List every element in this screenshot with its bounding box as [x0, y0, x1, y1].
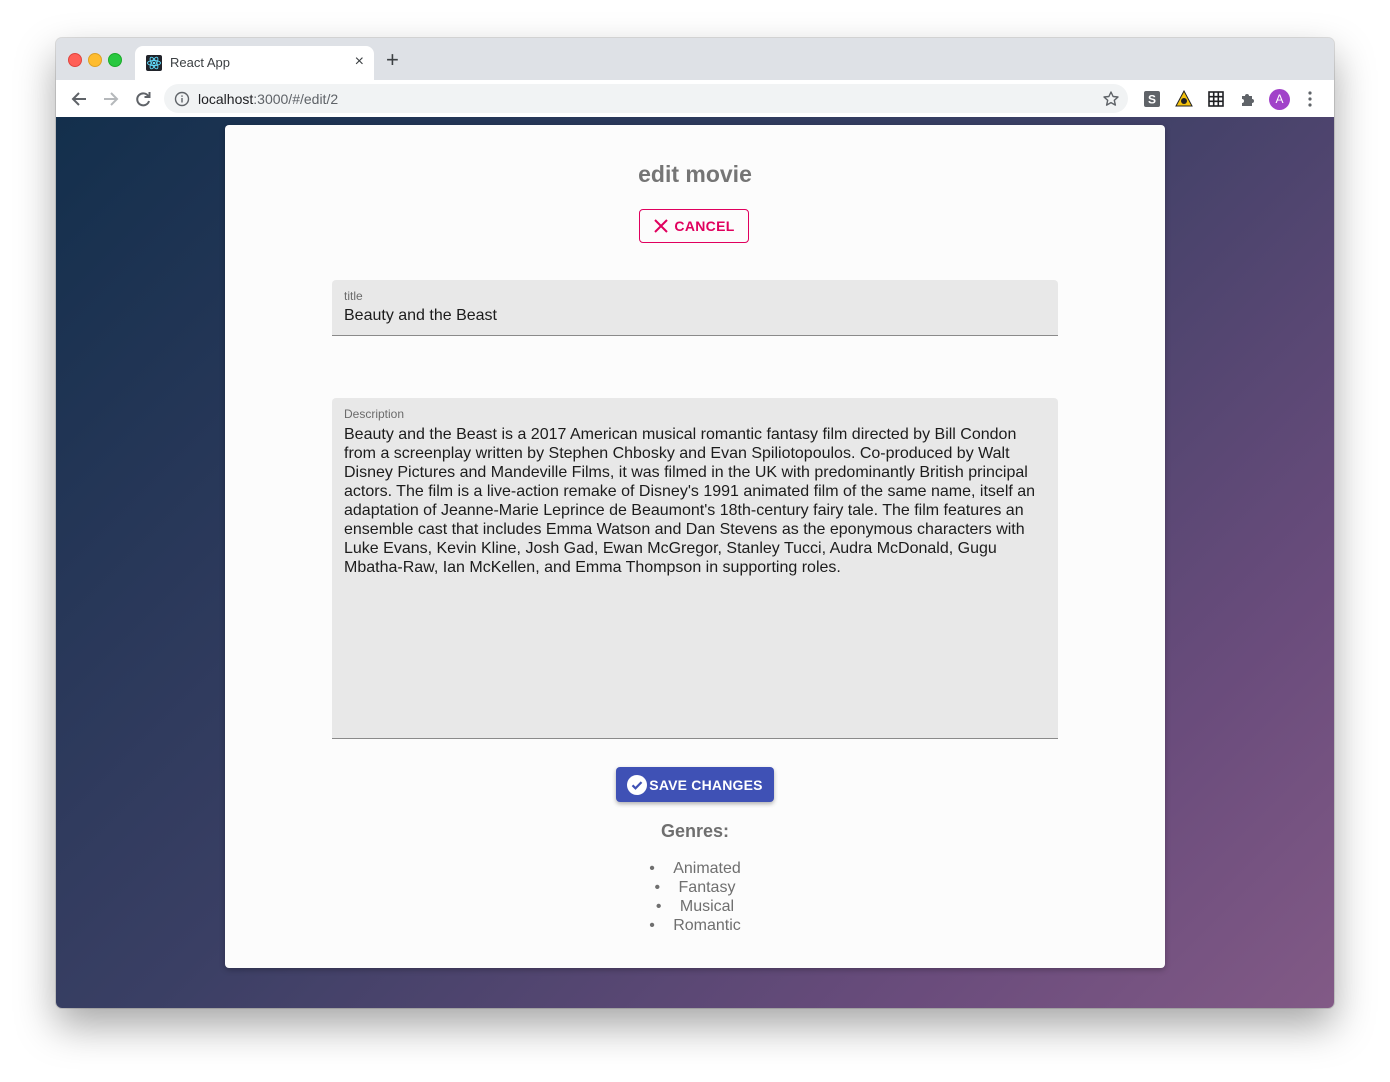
genre-label: Musical — [679, 898, 735, 915]
kebab-menu-icon[interactable] — [1308, 90, 1312, 108]
genre-item: • Romantic — [649, 917, 741, 934]
title-input[interactable]: Beauty and the Beast — [344, 307, 497, 325]
minimize-window-button[interactable] — [88, 53, 102, 67]
profile-avatar[interactable]: A — [1269, 89, 1290, 110]
zoom-window-button[interactable] — [108, 53, 122, 67]
genres-heading: Genres: — [660, 821, 730, 841]
react-favicon — [146, 55, 162, 71]
forward-arrow-icon[interactable] — [100, 88, 122, 110]
save-changes-label: SAVE CHANGES — [649, 776, 763, 793]
description-field[interactable]: Description Beauty and the Beast is a 20… — [332, 398, 1058, 739]
extension-warning-icon[interactable] — [1175, 89, 1193, 108]
edit-movie-card: edit movie CANCEL title Beauty and the B… — [225, 125, 1165, 968]
description-field-label: Description — [344, 407, 405, 421]
browser-tab[interactable]: React App × — [135, 46, 374, 80]
close-x-icon — [653, 218, 669, 234]
save-changes-button[interactable]: SAVE CHANGES — [616, 767, 774, 802]
page-title: edit movie — [638, 161, 752, 187]
genre-item: • Animated — [649, 860, 741, 877]
page-viewport: edit movie CANCEL title Beauty and the B… — [56, 117, 1334, 1008]
genres-list: • Animated • Fantasy • Musical • Romantic — [225, 859, 1165, 935]
back-arrow-icon[interactable] — [68, 88, 90, 110]
genre-label: Fantasy — [678, 879, 736, 896]
url-host: localhost — [198, 91, 254, 107]
close-window-button[interactable] — [68, 53, 82, 67]
genre-label: Romantic — [673, 917, 741, 934]
address-bar[interactable]: localhost:3000/#/edit/2 — [164, 84, 1128, 113]
genre-item: • Fantasy — [654, 879, 736, 896]
tab-close-icon[interactable]: × — [355, 53, 364, 71]
new-tab-button[interactable]: + — [386, 49, 399, 71]
genre-item: • Musical — [655, 898, 735, 915]
url-path: :3000/#/edit/2 — [253, 91, 339, 107]
title-field[interactable]: title Beauty and the Beast — [332, 280, 1058, 336]
cancel-button-label: CANCEL — [674, 218, 735, 234]
tab-strip: React App × + — [56, 38, 1334, 80]
check-circle-icon — [627, 774, 648, 795]
tab-title: React App — [170, 55, 230, 70]
cancel-button[interactable]: CANCEL — [639, 209, 749, 243]
info-icon[interactable] — [174, 91, 190, 107]
browser-toolbar: localhost:3000/#/edit/2 S A — [56, 80, 1334, 118]
star-icon[interactable] — [1102, 90, 1120, 108]
extension-grid-icon[interactable] — [1207, 90, 1225, 108]
reload-icon[interactable] — [132, 88, 154, 110]
title-field-label: title — [344, 289, 363, 303]
svg-text:S: S — [1148, 93, 1156, 107]
puzzle-icon[interactable] — [1239, 90, 1257, 108]
url-text: localhost:3000/#/edit/2 — [198, 91, 338, 107]
description-textarea[interactable]: Beauty and the Beast is a 2017 American … — [344, 425, 1044, 577]
browser-window: React App × + localhost:3000/#/edit/2 S — [56, 38, 1334, 1008]
extension-s-icon[interactable]: S — [1143, 90, 1161, 108]
genre-label: Animated — [673, 860, 741, 877]
